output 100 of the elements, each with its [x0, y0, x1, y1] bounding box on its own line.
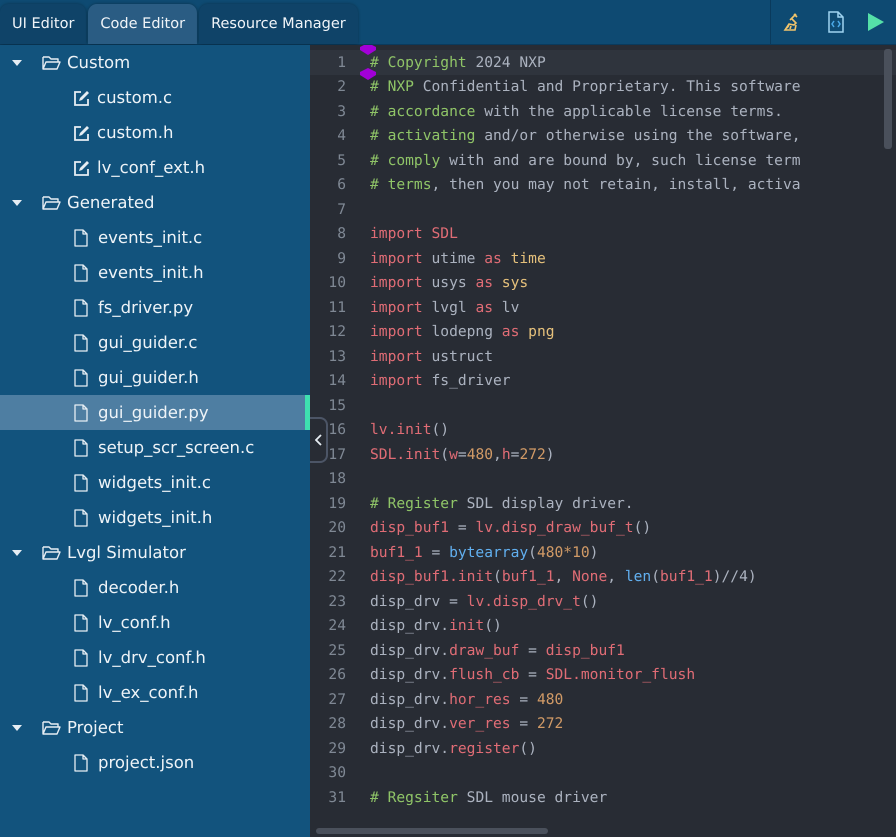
tab[interactable]: UI Editor	[0, 4, 86, 44]
line-number: 4	[336, 127, 347, 144]
code-line: disp_drv.hor_res = 480	[370, 690, 564, 708]
line-number: 30	[327, 764, 347, 782]
line-number: 19	[327, 494, 347, 512]
line-number: 17	[327, 446, 347, 463]
file-item[interactable]: lv_conf.h	[0, 605, 310, 640]
file-item[interactable]: project.json	[0, 745, 310, 780]
file-icon	[74, 754, 88, 772]
code-line: disp_drv.draw_buf = disp_buf1	[370, 642, 625, 659]
file-icon	[74, 228, 88, 246]
code-line: lv.init()	[370, 421, 450, 438]
line-number: 2	[336, 78, 347, 96]
tab[interactable]: Code Editor	[88, 4, 198, 44]
edit-icon	[73, 160, 90, 176]
code-line: # accordance with the applicable license terms.	[370, 102, 783, 120]
tab[interactable]: Resource Manager	[199, 4, 358, 44]
file-item[interactable]: custom.c	[0, 80, 310, 115]
code-line: import ustruct	[370, 348, 494, 365]
file-icon	[74, 684, 88, 702]
folder-icon	[42, 545, 61, 560]
code-line: disp_drv.flush_cb = SDL.monitor_flush	[370, 666, 696, 684]
code-file-icon	[827, 11, 845, 33]
code-line: import usys as sys	[370, 274, 528, 292]
code-line: import lvgl as lv	[370, 298, 520, 316]
file-icon	[74, 474, 88, 492]
file-item[interactable]: fs_driver.py	[0, 290, 310, 325]
folder-item[interactable]: Project	[0, 710, 310, 745]
file-item[interactable]: lv_drv_conf.h	[0, 640, 310, 675]
code-line: # activating and/or otherwise using the software,	[370, 127, 801, 144]
edit-icon	[73, 124, 90, 140]
code-line: buf1_1 = bytearray(480*10)	[370, 544, 598, 561]
file-item[interactable]: gui_guider.h	[0, 360, 310, 395]
code-line: import SDL	[370, 225, 458, 242]
code-line: import lodepng as png	[370, 323, 555, 340]
line-number: 23	[327, 592, 347, 610]
code-line: disp_drv.init()	[370, 617, 502, 634]
collapse-handle[interactable]	[310, 417, 328, 463]
code-line: # comply with and are bound by, such license term	[370, 152, 801, 169]
file-icon	[74, 614, 88, 632]
folder-icon	[42, 195, 61, 210]
folder-item[interactable]: Generated	[0, 185, 310, 220]
folder-icon	[42, 720, 61, 735]
line-number: 7	[336, 200, 347, 218]
file-item[interactable]: gui_guider.c	[0, 325, 310, 360]
file-icon	[74, 578, 88, 596]
code-editor[interactable]	[310, 45, 896, 837]
file-icon	[74, 264, 88, 282]
file-icon	[74, 298, 88, 316]
chevron-left-icon	[314, 434, 322, 446]
line-number: 24	[327, 617, 347, 634]
line-number: 16	[327, 421, 347, 438]
code-line: import utime as time	[370, 250, 546, 267]
code-line: # Register SDL display driver.	[370, 494, 634, 512]
line-number: 1	[336, 54, 347, 71]
line-number: 20	[327, 519, 347, 536]
line-number: 9	[336, 250, 347, 267]
file-item[interactable]: events_init.c	[0, 220, 310, 255]
file-item[interactable]: gui_guider.py	[0, 395, 310, 430]
line-number: 6	[336, 176, 347, 194]
code-line: # Regsiter SDL mouse driver	[370, 788, 608, 806]
folder-icon	[42, 55, 61, 70]
folder-item[interactable]: Custom	[0, 45, 310, 80]
folder-item[interactable]: Lvgl Simulator	[0, 535, 310, 570]
file-item[interactable]: widgets_init.c	[0, 465, 310, 500]
file-item[interactable]: lv_conf_ext.h	[0, 150, 310, 185]
code-line: disp_buf1.init(buf1_1, None, len(buf1_1)//4)	[370, 568, 757, 586]
file-icon	[74, 438, 88, 456]
file-item[interactable]: setup_scr_screen.c	[0, 430, 310, 465]
code-line: disp_drv.register()	[370, 740, 537, 757]
file-icon	[74, 508, 88, 526]
code-line: # Copyright 2024 NXP	[370, 54, 546, 71]
file-icon	[74, 368, 88, 386]
line-number: 15	[327, 396, 347, 414]
line-number: 28	[327, 715, 347, 732]
file-item[interactable]: events_init.h	[0, 255, 310, 290]
line-number: 27	[327, 690, 347, 708]
line-number: 21	[327, 544, 347, 561]
line-number: 22	[327, 568, 347, 586]
file-item[interactable]: lv_ex_conf.h	[0, 675, 310, 710]
edit-icon	[73, 90, 90, 106]
file-icon	[74, 334, 88, 352]
line-number: 31	[327, 788, 347, 806]
code-line: disp_buf1 = lv.disp_draw_buf_t()	[370, 519, 652, 536]
code-line: # NXP Confidential and Proprietary. This software	[370, 78, 801, 96]
bookmark-icon	[358, 68, 378, 80]
code-line: # terms, then you may not retain, install, activa	[370, 176, 801, 194]
file-item[interactable]: widgets_init.h	[0, 500, 310, 535]
line-number: 10	[327, 274, 347, 292]
line-number: 11	[327, 298, 347, 316]
line-number: 3	[336, 102, 347, 120]
code-line: disp_drv = lv.disp_drv_t()	[370, 592, 598, 610]
line-number: 8	[336, 225, 347, 242]
line-number: 25	[327, 642, 347, 659]
file-item[interactable]: decoder.h	[0, 570, 310, 605]
code-line: import fs_driver	[370, 372, 511, 390]
line-number: 13	[327, 348, 347, 365]
play-icon	[867, 12, 885, 32]
file-item[interactable]: custom.h	[0, 115, 310, 150]
code-line: disp_drv.ver_res = 272	[370, 715, 564, 732]
